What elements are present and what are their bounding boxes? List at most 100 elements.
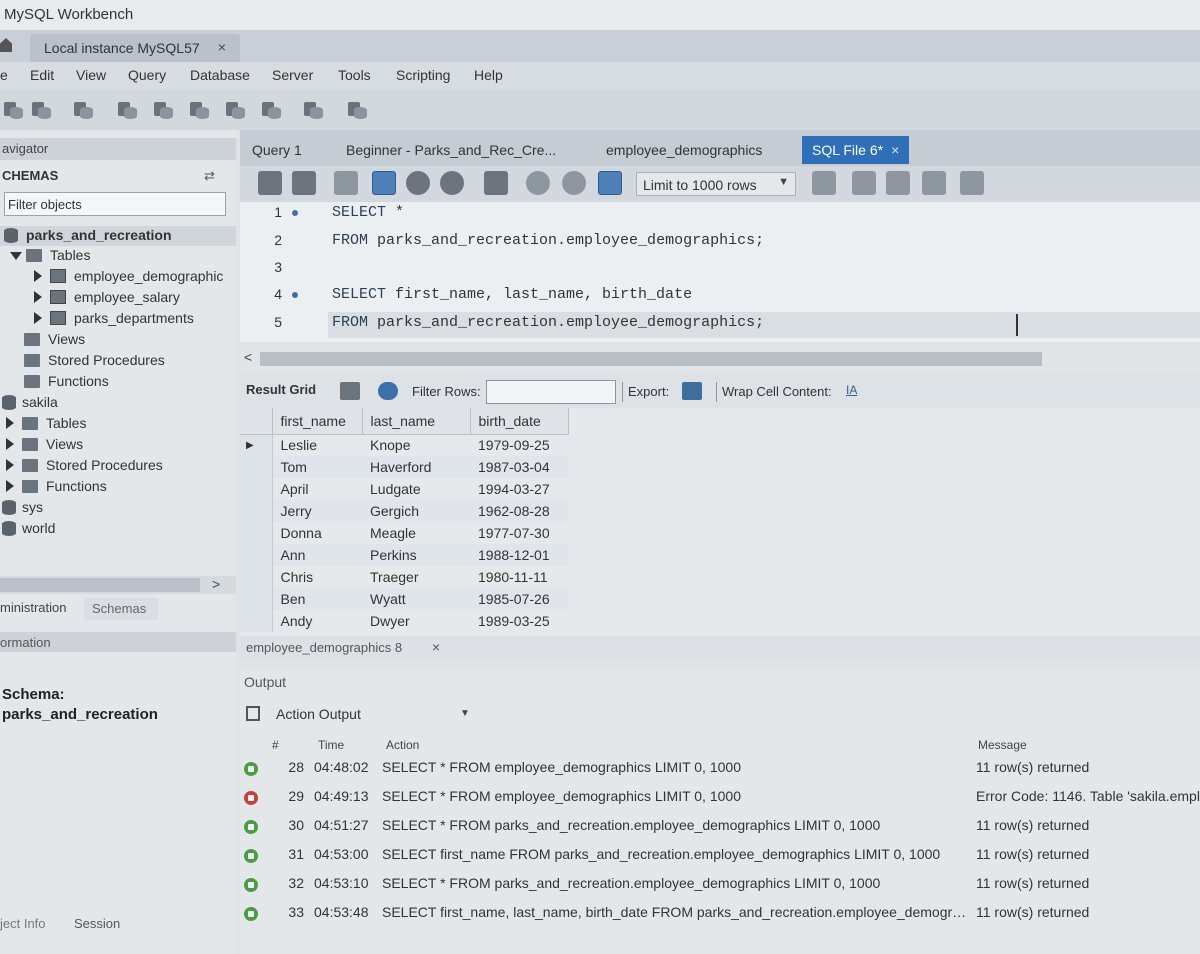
cell[interactable]: Ann <box>272 544 362 566</box>
inspector-icon[interactable] <box>70 98 96 122</box>
invisible-chars-icon[interactable] <box>922 171 946 195</box>
schema-sys[interactable]: sys <box>0 498 236 518</box>
tree-functions[interactable]: Functions <box>0 372 236 392</box>
chevron-right-icon[interactable]: > <box>212 576 220 592</box>
table-row[interactable]: April Ludgate 1994-03-27 <box>240 478 568 500</box>
cell[interactable]: Haverford <box>362 456 470 478</box>
scrollbar-thumb[interactable] <box>260 352 1042 366</box>
table-row[interactable]: Ben Wyatt 1985-07-26 <box>240 588 568 610</box>
cell[interactable]: Dwyer <box>362 610 470 632</box>
tree-sakila-functions[interactable]: Functions <box>0 477 236 497</box>
cell[interactable]: 1994-03-27 <box>470 478 568 500</box>
expand-arrow-icon[interactable] <box>34 291 42 303</box>
table-row[interactable]: Jerry Gergich 1962-08-28 <box>240 500 568 522</box>
editor-horizontal-scrollbar[interactable]: < <box>240 346 1200 372</box>
table-row[interactable]: Chris Traeger 1980-11-11 <box>240 566 568 588</box>
result-grid-tab[interactable]: Result Grid <box>246 382 316 397</box>
refresh-icon[interactable] <box>378 382 398 400</box>
close-icon[interactable]: × <box>891 142 899 158</box>
scrollbar-thumb[interactable] <box>0 578 200 592</box>
output-row[interactable]: 32 04:53:10 SELECT * FROM parks_and_recr… <box>240 872 1200 900</box>
menu-scripting[interactable]: Scripting <box>396 67 450 83</box>
menu-server[interactable]: Server <box>272 67 313 83</box>
cell[interactable]: Knope <box>362 434 470 456</box>
cell[interactable]: 1980-11-11 <box>470 566 568 588</box>
output-mode-select[interactable]: Action Output ▼ <box>244 704 474 726</box>
cell[interactable]: Ludgate <box>362 478 470 500</box>
row-selector[interactable] <box>240 456 273 478</box>
cell[interactable]: 1987-03-04 <box>470 456 568 478</box>
refresh-icon[interactable]: ⇄ <box>204 168 215 184</box>
tree-table-employee-demographics[interactable]: employee_demographic <box>0 267 236 287</box>
limit-rows-select[interactable]: Limit to 1000 rows ▼ <box>636 172 796 196</box>
create-schema-icon[interactable] <box>114 98 140 122</box>
filter-objects-field[interactable] <box>4 192 226 216</box>
table-row[interactable]: Ann Perkins 1988-12-01 <box>240 544 568 566</box>
tab-beginner-parks[interactable]: Beginner - Parks_and_Rec_Cre... <box>336 136 566 164</box>
table-row[interactable]: Donna Meagle 1977-07-30 <box>240 522 568 544</box>
cell[interactable]: 1979-09-25 <box>470 434 568 456</box>
tree-tables[interactable]: Tables <box>0 246 236 266</box>
copy-icon[interactable] <box>246 706 260 721</box>
menu-view[interactable]: View <box>76 67 106 83</box>
result-grid[interactable]: first_name last_name birth_date ▶ Leslie K… <box>240 408 1200 636</box>
cell[interactable]: Jerry <box>272 500 362 522</box>
close-icon[interactable]: × <box>432 639 440 655</box>
reconnect-icon[interactable] <box>344 98 370 122</box>
cell[interactable]: Leslie <box>272 434 362 456</box>
toggle-errors-icon[interactable] <box>484 171 508 195</box>
commit-icon[interactable] <box>526 171 550 195</box>
grid-view-icon[interactable] <box>340 382 360 400</box>
row-selector[interactable] <box>240 544 273 566</box>
column-header-last-name[interactable]: last_name <box>362 408 471 435</box>
expand-arrow-icon[interactable] <box>6 438 14 450</box>
cell[interactable]: 1989-03-25 <box>470 610 568 632</box>
row-selector-icon[interactable]: ▶ <box>240 434 273 456</box>
cell[interactable]: Meagle <box>362 522 470 544</box>
row-selector[interactable] <box>240 478 273 500</box>
menu-edit[interactable]: Edit <box>30 67 54 83</box>
cell[interactable]: Donna <box>272 522 362 544</box>
cell[interactable]: 1962-08-28 <box>470 500 568 522</box>
filter-objects-input[interactable] <box>5 193 225 215</box>
rollback-icon[interactable] <box>562 171 586 195</box>
tab-query-1[interactable]: Query 1 <box>242 136 312 164</box>
expand-arrow-icon[interactable] <box>6 417 14 429</box>
execute-icon[interactable] <box>334 171 358 195</box>
cell[interactable]: Ben <box>272 588 362 610</box>
table-row[interactable]: ▶ Leslie Knope 1979-09-25 <box>240 434 568 456</box>
tree-sakila-stored-procedures[interactable]: Stored Procedures <box>0 456 236 476</box>
table-row[interactable]: Andy Dwyer 1989-03-25 <box>240 610 568 632</box>
create-table-icon[interactable] <box>150 98 176 122</box>
cell[interactable]: Chris <box>272 566 362 588</box>
tree-stored-procedures[interactable]: Stored Procedures <box>0 351 236 371</box>
filter-rows-input[interactable] <box>486 380 616 404</box>
export-icon[interactable] <box>682 382 702 400</box>
cell[interactable]: Wyatt <box>362 588 470 610</box>
tab-schemas[interactable]: Schemas <box>84 598 158 620</box>
schema-world[interactable]: world <box>0 519 236 539</box>
row-selector[interactable] <box>240 566 273 588</box>
menu-database[interactable]: Database <box>190 67 250 83</box>
new-connection-icon[interactable] <box>0 98 26 122</box>
output-row[interactable]: 33 04:53:48 SELECT first_name, last_name… <box>240 901 1200 929</box>
row-selector[interactable] <box>240 522 273 544</box>
table-row[interactable]: Tom Haverford 1987-03-04 <box>240 456 568 478</box>
cell[interactable]: April <box>272 478 362 500</box>
tab-session[interactable]: Session <box>74 916 120 931</box>
tree-sakila-tables[interactable]: Tables <box>0 414 236 434</box>
execute-current-icon[interactable] <box>372 171 396 195</box>
tab-sql-file-6[interactable]: SQL File 6* × <box>802 136 910 164</box>
menu-query[interactable]: Query <box>128 67 166 83</box>
search-table-data-icon[interactable] <box>300 98 326 122</box>
close-icon[interactable]: × <box>218 39 226 55</box>
create-function-icon[interactable] <box>258 98 284 122</box>
row-selector[interactable] <box>240 610 273 632</box>
output-row[interactable]: 30 04:51:27 SELECT * FROM parks_and_recr… <box>240 814 1200 842</box>
expand-arrow-icon[interactable] <box>6 459 14 471</box>
row-selector[interactable] <box>240 500 273 522</box>
menu-tools[interactable]: Tools <box>338 67 371 83</box>
autocommit-icon[interactable] <box>598 171 622 195</box>
menu-file[interactable]: e <box>0 67 8 83</box>
open-file-icon[interactable] <box>258 171 282 195</box>
